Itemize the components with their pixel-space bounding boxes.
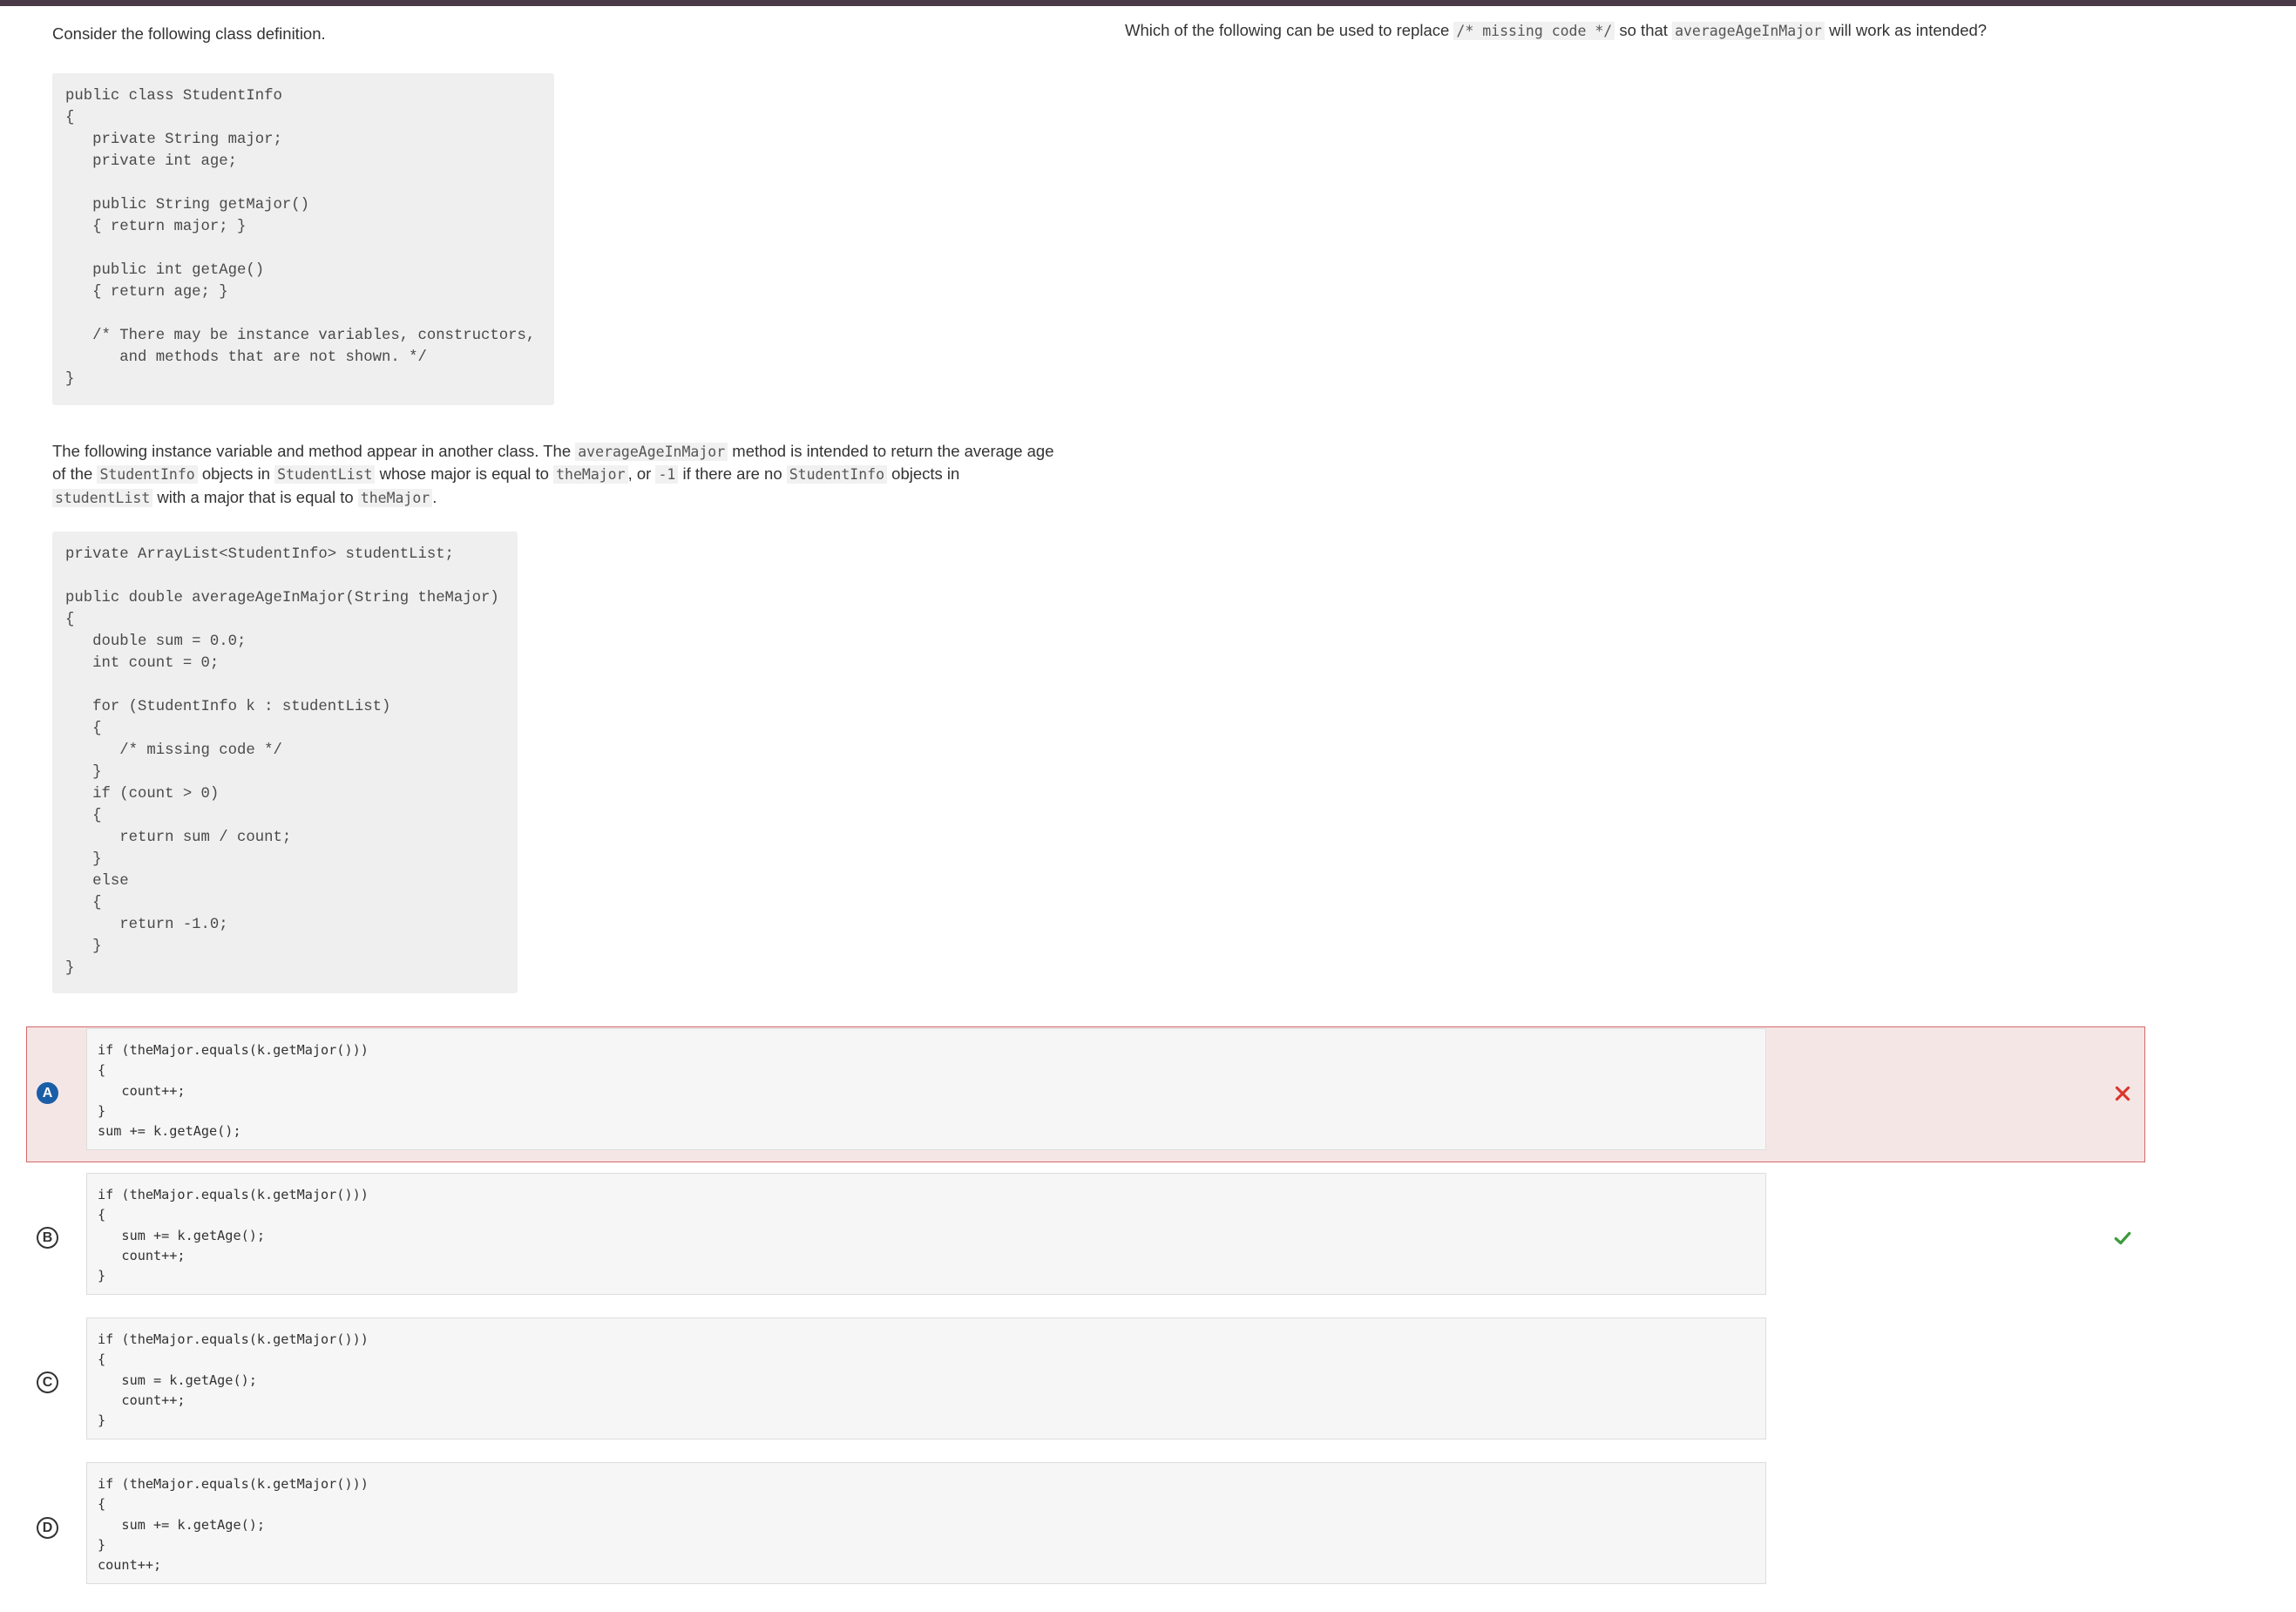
option-letter-c[interactable]: C: [37, 1372, 58, 1393]
method-code: private ArrayList<StudentInfo> studentLi…: [52, 532, 518, 993]
option-letter-d[interactable]: D: [37, 1517, 58, 1539]
inline-code: /* missing code */: [1453, 22, 1615, 40]
inline-code: studentList: [52, 488, 153, 507]
option-letter-a[interactable]: A: [37, 1082, 58, 1104]
option-letter-b[interactable]: B: [37, 1227, 58, 1249]
question-stem: Consider the following class definition.…: [52, 23, 1063, 993]
option-code-a: if (theMajor.equals(k.getMajor())) { cou…: [86, 1028, 1766, 1150]
question-prompt: Which of the following can be used to re…: [1125, 19, 2240, 43]
inline-code: StudentList: [274, 465, 376, 484]
inline-code: StudentInfo: [786, 465, 888, 484]
inline-code: -1: [655, 465, 679, 484]
inline-code: averageAgeInMajor: [1672, 22, 1825, 40]
inline-code: StudentInfo: [97, 465, 198, 484]
inline-code: averageAgeInMajor: [575, 442, 728, 461]
question-text: Which of the following can be used to re…: [1125, 21, 1988, 40]
header-bar: [0, 0, 2296, 6]
inline-code: theMajor: [553, 465, 628, 484]
method-description: The following instance variable and meth…: [52, 441, 1054, 507]
incorrect-x-icon: [2115, 1086, 2130, 1101]
option-code-d: if (theMajor.equals(k.getMajor())) { sum…: [86, 1462, 1766, 1584]
class-definition-code: public class StudentInfo { private Strin…: [52, 72, 554, 405]
correct-check-icon: [2114, 1231, 2131, 1245]
inline-code: theMajor: [357, 488, 433, 507]
option-code-b: if (theMajor.equals(k.getMajor())) { sum…: [86, 1173, 1766, 1295]
option-code-c: if (theMajor.equals(k.getMajor())) { sum…: [86, 1317, 1766, 1439]
intro-text: Consider the following class definition.: [52, 24, 326, 43]
